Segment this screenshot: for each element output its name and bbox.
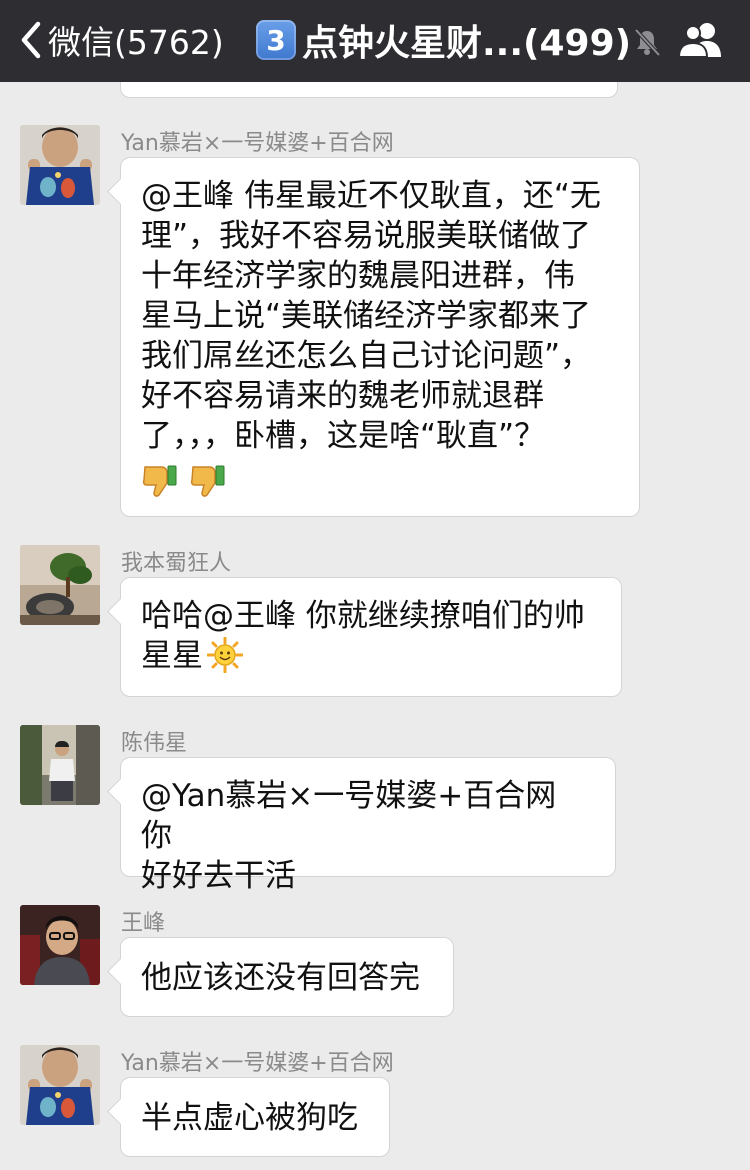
group-title: 点钟火星财...(499) xyxy=(302,23,632,64)
message-text: @Yan慕岩×一号媒婆+百合网 你 好好去干活 xyxy=(141,778,557,894)
thumbs-down-icon xyxy=(142,465,177,497)
sender-name: Yan慕岩×一号媒婆+百合网 xyxy=(121,131,394,156)
message-bubble[interactable]: @Yan慕岩×一号媒婆+百合网 你 好好去干活 xyxy=(120,757,616,894)
message-bubble[interactable]: 他应该还没有回答完 xyxy=(120,937,454,1017)
chat-message-list[interactable]: Yan慕岩×一号媒婆+百合网 @王峰 伟星最近不仅耿直，还“无 理”，我好不容易… xyxy=(0,82,750,1170)
message-bubble[interactable]: @王峰 伟星最近不仅耿直，还“无 理”，我好不容易说服美联储做了 十年经济学家的… xyxy=(120,157,640,517)
message-bubble[interactable]: 半点虚心被狗吃 xyxy=(120,1077,390,1157)
mute-bell-icon xyxy=(634,28,661,57)
back-label: 微信(5762) xyxy=(48,23,224,62)
chat-header: 微信(5762) 3 点钟火星财...(499) xyxy=(0,0,750,82)
message-text: 哈哈@王峰 你就继续撩咱们的帅 星星 xyxy=(141,598,585,674)
avatar[interactable] xyxy=(20,125,100,205)
message-text: 他应该还没有回答完 xyxy=(141,960,420,996)
chat-title: 3 点钟火星财...(499) xyxy=(256,18,631,64)
sender-name: 王峰 xyxy=(121,911,166,936)
sender-name: 陈伟星 xyxy=(121,731,188,756)
back-button[interactable]: 微信(5762) xyxy=(16,18,224,62)
sender-name: 我本蜀狂人 xyxy=(121,551,232,576)
thumbs-down-icon xyxy=(190,465,225,497)
sun-icon xyxy=(207,636,243,673)
previous-message-bubble[interactable] xyxy=(120,82,618,98)
sender-name: Yan慕岩×一号媒婆+百合网 xyxy=(121,1051,394,1076)
group-badge: 3 xyxy=(256,20,296,60)
message-text: @王峰 伟星最近不仅耿直，还“无 理”，我好不容易说服美联储做了 十年经济学家的… xyxy=(141,178,601,454)
message-bubble[interactable]: 哈哈@王峰 你就继续撩咱们的帅 星星 xyxy=(120,577,622,697)
avatar[interactable] xyxy=(20,545,100,625)
avatar[interactable] xyxy=(20,905,100,985)
group-members-icon[interactable] xyxy=(676,20,726,60)
avatar[interactable] xyxy=(20,1045,100,1125)
back-chevron-icon xyxy=(21,21,41,59)
avatar[interactable] xyxy=(20,725,100,805)
message-text: 半点虚心被狗吃 xyxy=(141,1100,358,1136)
